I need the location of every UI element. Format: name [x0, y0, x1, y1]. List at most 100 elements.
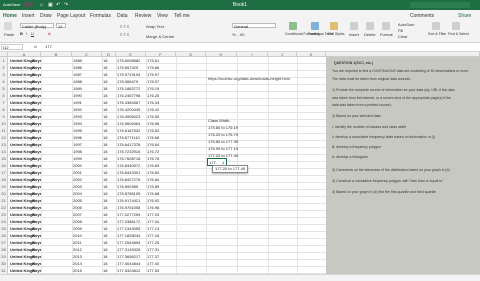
row-header[interactable]: 14 [0, 148, 8, 155]
table-row: 25 United Kingd Boys 2009 18 177.1343055 177.1… [0, 225, 326, 232]
tab-view[interactable]: View [157, 13, 168, 19]
row-header[interactable]: 25 [0, 225, 8, 232]
row-header[interactable]: 17 [0, 169, 8, 176]
align-bottom-icon[interactable]: ≡ ≡ ≡ [120, 32, 129, 37]
range-cell-2[interactable]: 176.20 to 176.79 [208, 131, 238, 138]
cell-styles-button[interactable]: Cell Styles [328, 32, 345, 36]
font-name-select[interactable]: Calibri (Body) [20, 23, 54, 29]
underline-button[interactable]: U [31, 31, 34, 36]
tab-home[interactable]: Home [3, 13, 17, 21]
notes-line: data was taken from a printed source). [332, 103, 392, 107]
cell-styles-icon[interactable] [330, 22, 338, 30]
tab-tell-me[interactable]: Tell me [174, 13, 190, 19]
table-row: 24 United Kingd Boys 2008 18 177.0386172 177.0… [0, 218, 326, 225]
tab-review[interactable]: Review [135, 13, 151, 19]
number-format-icons[interactable]: % , .00 [232, 32, 244, 37]
row-header[interactable]: 12 [0, 134, 8, 141]
row-header[interactable]: 16 [0, 162, 8, 169]
row-header[interactable]: 9 [0, 113, 8, 120]
source-url-cell[interactable]: https://ncdrisc.org/data-downloads-heigh… [208, 75, 290, 82]
row-header[interactable]: 20 [0, 190, 8, 197]
wrap-text-button[interactable]: Wrap Text [146, 24, 164, 29]
notes-line: You are required to find a CONTINUOUS da… [332, 69, 470, 73]
autosum-button[interactable]: AutoSum [398, 22, 414, 27]
row-header[interactable]: 11 [0, 127, 8, 134]
notes-line: iv. develop a histogram [332, 155, 368, 159]
row-header[interactable]: 21 [0, 197, 8, 204]
class-width-cell[interactable]: Class Width- [208, 117, 231, 124]
row-header[interactable]: 19 [0, 183, 8, 190]
table-row: 20 United Kingd Boys 2004 18 176.8785105 176.8… [0, 190, 326, 197]
column-gridline [176, 57, 177, 281]
row-header[interactable]: 13 [0, 141, 8, 148]
merge-center-button[interactable]: Merge & Centre [146, 34, 174, 39]
range-cell-3[interactable]: 176.80 to 177.39 [208, 138, 238, 145]
formula-input[interactable]: 177. [45, 44, 53, 50]
sort-filter-button[interactable]: Sort & Filter [428, 32, 446, 36]
table-row: 26 United Kingd Boys 2010 18 177.1828044 177.1… [0, 232, 326, 239]
row-header[interactable]: 6 [0, 92, 8, 99]
row-header[interactable]: 31 [0, 267, 8, 274]
column-gridline [72, 57, 73, 281]
table-row: 5 United Kingd Boys 1989 18 176.1863772 176.19 [0, 85, 326, 92]
sort-filter-icon[interactable] [432, 22, 440, 30]
row-header[interactable]: 29 [0, 253, 8, 260]
row-header[interactable]: 23 [0, 211, 8, 218]
font-color-icon[interactable]: A [48, 31, 51, 36]
search-box[interactable] [410, 2, 470, 8]
row-header[interactable]: 18 [0, 176, 8, 183]
tab-draw[interactable]: Draw [40, 13, 52, 19]
column-gridline [116, 57, 117, 281]
tab-insert[interactable]: Insert [22, 13, 35, 19]
delete-button[interactable]: Delete [364, 32, 376, 37]
row-header[interactable]: 3 [0, 71, 8, 78]
row-header[interactable]: 4 [0, 78, 8, 85]
table-row: 16 United Kingd Boys 2000 18 176.8340572 176.8… [0, 162, 326, 169]
find-select-icon[interactable] [452, 22, 460, 30]
font-size-select[interactable]: 12 [56, 23, 66, 29]
row-header[interactable]: 27 [0, 239, 8, 246]
row-header[interactable]: 28 [0, 246, 8, 253]
italic-button[interactable]: I [26, 31, 27, 36]
comments-button[interactable]: Comments [410, 13, 434, 19]
number-format-select[interactable]: General [232, 23, 276, 29]
column-gridline [268, 57, 269, 281]
fx-icon[interactable]: fx [34, 44, 37, 49]
row-header[interactable]: 8 [0, 106, 8, 113]
row-header[interactable]: 26 [0, 232, 8, 239]
range-cell-4[interactable]: 176.90 to 177.19 [208, 145, 238, 152]
format-table-icon[interactable] [311, 22, 319, 30]
row-header[interactable]: 7 [0, 99, 8, 106]
delete-icon[interactable] [366, 22, 374, 30]
row-header[interactable]: 24 [0, 218, 8, 225]
insert-button[interactable]: Insert [349, 32, 359, 37]
row-header[interactable]: 2 [0, 64, 8, 71]
align-icon[interactable]: ≡ ≡ ≡ [120, 24, 129, 29]
paste-icon[interactable] [4, 22, 12, 30]
insert-icon[interactable] [350, 22, 358, 30]
conditional-formatting-icon[interactable] [289, 22, 297, 30]
format-button[interactable]: Format [380, 32, 393, 37]
notes-line: 4) Based on your graph in (d) find the f… [332, 190, 437, 194]
paste-label[interactable]: Paste [4, 32, 14, 37]
find-select-button[interactable]: Find & Select [448, 32, 469, 36]
clear-button[interactable]: Clear [398, 34, 408, 39]
bold-button[interactable]: B [20, 31, 23, 36]
tab-data[interactable]: Data [117, 13, 128, 19]
row-header[interactable]: 15 [0, 155, 8, 162]
tab-page-layout[interactable]: Page Layout [57, 13, 85, 19]
row-header[interactable]: 30 [0, 260, 8, 267]
row-header[interactable]: 10 [0, 120, 8, 127]
row-header[interactable]: 22 [0, 204, 8, 211]
fill-button[interactable]: Fill [398, 28, 403, 33]
format-icon[interactable] [382, 22, 390, 30]
autocomplete-tooltip[interactable]: 177.20 to 177.49 [212, 165, 249, 173]
range-cell-1[interactable]: 175.60 to 176.19 [208, 124, 238, 131]
name-box[interactable]: I12 [1, 44, 23, 50]
row-header[interactable]: 1 [0, 57, 8, 64]
tab-formulas[interactable]: Formulas [90, 13, 111, 19]
table-row: 19 United Kingd Boys 2003 18 176.892985 176.89 [0, 183, 326, 190]
row-header[interactable]: 5 [0, 85, 8, 92]
table-row: 9 United Kingd Boys 1993 18 176.4996023 176.50 [0, 113, 326, 120]
share-button[interactable]: Share [458, 13, 471, 19]
